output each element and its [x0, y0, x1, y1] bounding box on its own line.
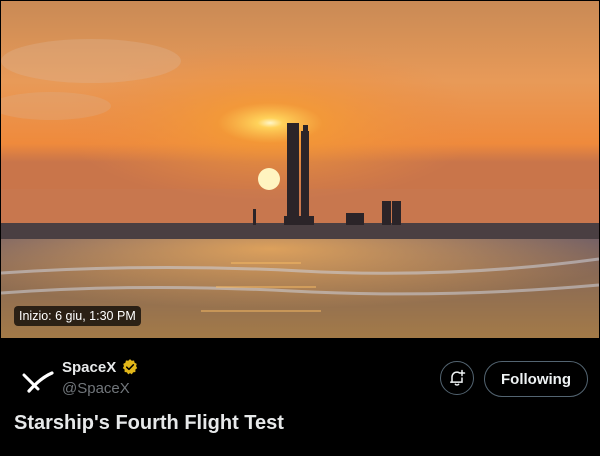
spacex-x-logo-icon: [22, 371, 54, 393]
space-info-panel: SpaceX @SpaceX Starship's Fourth Flight …: [0, 338, 600, 456]
notification-bell-button[interactable]: [440, 361, 474, 395]
start-time-badge: Inizio: 6 giu, 1:30 PM: [14, 306, 141, 326]
space-title: Starship's Fourth Flight Test: [14, 412, 284, 434]
gold-verified-icon: [123, 359, 138, 375]
following-button[interactable]: Following: [484, 361, 588, 397]
avatar[interactable]: [18, 362, 58, 402]
bell-plus-icon: [450, 369, 466, 386]
space-card: Inizio: 6 giu, 1:30 PM SpaceX @SpaceX St…: [0, 0, 600, 456]
account-name-row: SpaceX: [62, 358, 139, 376]
launch-scene-illustration: [1, 1, 599, 338]
hero-image[interactable]: [1, 1, 599, 338]
account-display-name[interactable]: SpaceX: [62, 359, 116, 376]
account-handle[interactable]: @SpaceX: [62, 380, 130, 397]
